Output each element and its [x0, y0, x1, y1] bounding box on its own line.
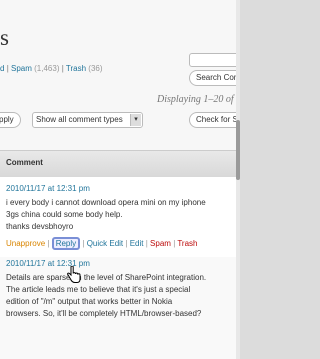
comment-type-select-value: Show all comment types — [36, 115, 123, 124]
table-row: 2010/11/17 at 12:31 pm Details are spars… — [0, 257, 236, 359]
row-actions: Unapprove | Reply | Quick Edit | Edit | … — [6, 237, 198, 250]
displaying-count: Displaying 1–20 of — [157, 94, 234, 105]
reply-link[interactable]: Reply — [51, 237, 81, 250]
trash-link[interactable]: Trash — [177, 239, 197, 248]
comments-page: s d | Spam (1,463) | Trash (36) Search C… — [0, 0, 236, 359]
hand-cursor-icon — [66, 266, 81, 283]
search-input[interactable] — [189, 53, 236, 67]
column-header-comment[interactable]: Comment — [6, 158, 43, 167]
table-row: 2010/11/17 at 12:31 pm i every body i ca… — [0, 177, 236, 258]
trash-count: (36) — [88, 64, 103, 73]
filter-trash-link[interactable]: Trash — [66, 64, 86, 73]
edit-link[interactable]: Edit — [130, 239, 144, 248]
filter-partial-link[interactable]: d — [0, 64, 4, 73]
filter-spam-link[interactable]: Spam — [11, 64, 32, 73]
spam-link[interactable]: Spam — [150, 239, 171, 248]
comment-type-select[interactable]: Show all comment types ▾ — [32, 112, 143, 128]
dropdown-arrow-icon: ▾ — [130, 114, 141, 126]
unapprove-link[interactable]: Unapprove — [6, 239, 45, 248]
search-comments-button[interactable]: Search Com — [189, 70, 236, 86]
table-header: Comment — [0, 150, 236, 178]
spam-count: (1,463) — [34, 64, 60, 73]
vertical-scrollbar[interactable] — [236, 0, 240, 359]
scrollbar-thumb[interactable] — [236, 120, 240, 180]
comment-date-link[interactable]: 2010/11/17 at 12:31 pm — [6, 184, 90, 193]
page-title: s — [0, 25, 9, 50]
comment-status-filters: d | Spam (1,463) | Trash (36) — [0, 64, 103, 73]
check-spam-button[interactable]: Check for Sp — [189, 112, 236, 128]
apply-button[interactable]: pply — [0, 112, 21, 128]
comment-body: i every body i cannot download opera min… — [6, 198, 206, 231]
comment-body: Details are sparse on the level of Share… — [6, 273, 207, 318]
quick-edit-link[interactable]: Quick Edit — [87, 239, 123, 248]
